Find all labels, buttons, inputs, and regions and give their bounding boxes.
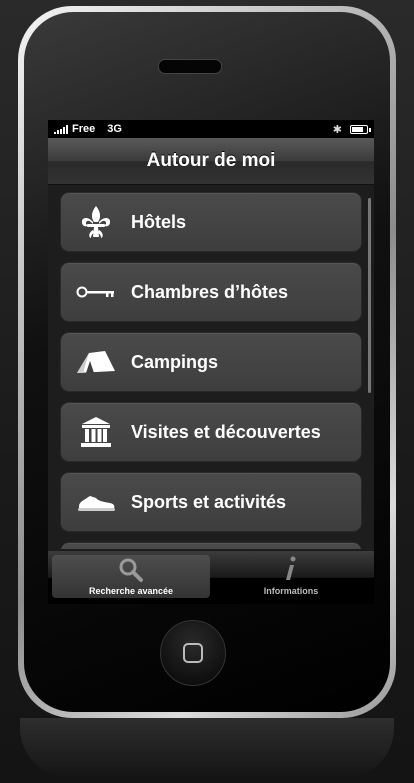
list-item-label: Chambres d’hôtes [131,281,289,302]
phone-reflection [20,718,394,778]
carrier-name: Free [72,123,96,135]
status-bar: Free 3G ✱ [48,120,374,138]
navigation-bar: Autour de moi [48,138,374,185]
key-icon [61,285,131,299]
category-list[interactable]: Hôtels Chambres d’hôtes Campings Visites… [48,184,374,549]
list-item-chambres-d-hotes[interactable]: Chambres d’hôtes [60,262,362,322]
monument-icon [61,416,131,448]
battery-icon [350,124,371,134]
info-icon [286,556,296,580]
tab-bar: Recherche avancée Informations [48,551,374,604]
tab-recherche-avancee[interactable]: Recherche avancée [52,555,210,598]
home-button[interactable] [160,620,226,686]
tab-informations[interactable]: Informations [212,555,370,598]
tab-label: Recherche avancée [88,586,174,596]
earpiece-speaker [158,59,222,74]
bluetooth-icon: ✱ [332,123,342,136]
list-item-label: Campings [131,351,219,372]
list-item-label: Sports et activités [131,491,287,512]
list-item-label: Visites et découvertes [131,421,321,442]
fleur-de-lis-icon [61,204,131,240]
list-item-visites-et-decouvertes[interactable]: Visites et découvertes [60,402,362,462]
tab-label: Informations [263,586,319,596]
network-type: 3G [107,123,122,135]
list-item-partial[interactable] [60,542,362,549]
tent-icon [61,349,131,375]
page-title: Autour de moi [146,150,276,171]
scroll-indicator[interactable] [368,198,371,393]
list-item-campings[interactable]: Campings [60,332,362,392]
list-item-hotels[interactable]: Hôtels [60,192,362,252]
sneaker-icon [61,492,131,512]
signal-strength-icon [54,124,68,134]
home-square-icon [183,643,203,663]
list-item-sports-et-activites[interactable]: Sports et activités [60,472,362,532]
search-icon [119,558,143,582]
battery-level [352,126,363,132]
phone-screen: Free 3G ✱ Autour de moi Hôtels Chambres … [48,120,374,604]
list-item-label: Hôtels [131,211,187,232]
